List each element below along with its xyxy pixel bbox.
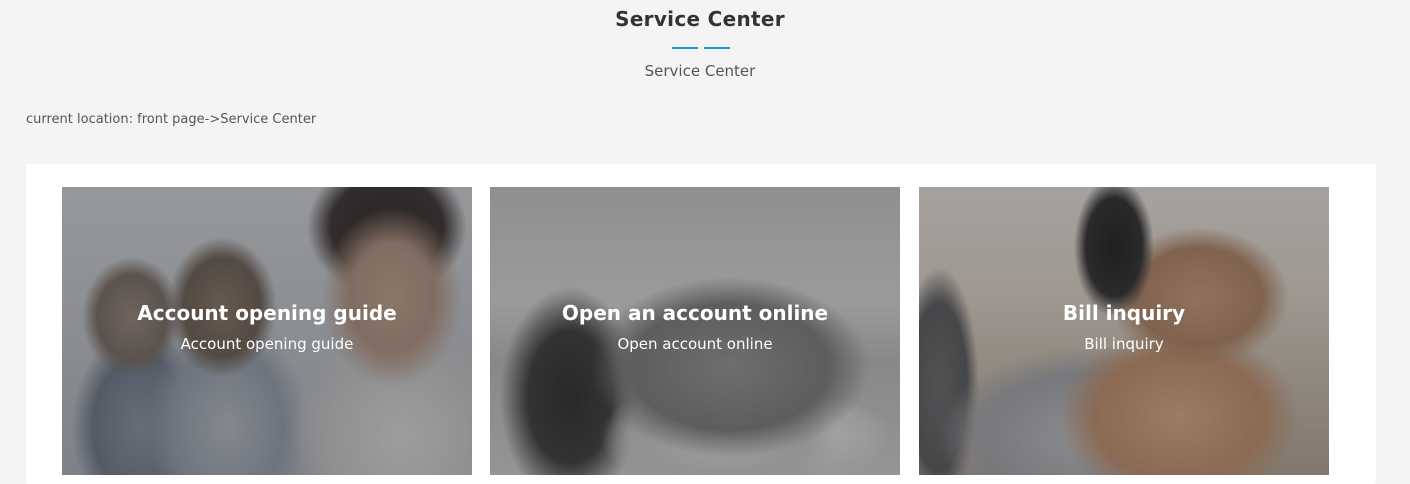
card-overlay [919, 187, 1329, 475]
card-overlay [490, 187, 900, 475]
card-subtitle: Bill inquiry [1084, 335, 1164, 353]
card-bill-inquiry[interactable]: Bill inquiry Bill inquiry [919, 187, 1329, 475]
card-open-account-online[interactable]: Open an account online Open account onli… [490, 187, 900, 475]
card-subtitle: Open account online [617, 335, 773, 353]
card-overlay [62, 187, 472, 475]
page-title: Service Center [615, 7, 785, 31]
card-title: Bill inquiry [1062, 301, 1186, 325]
page-subtitle: Service Center [644, 62, 756, 80]
card-title: Open an account online [561, 301, 829, 325]
card-subtitle: Account opening guide [180, 335, 354, 353]
title-underline-divider [672, 47, 730, 49]
underline-segment-right [704, 47, 730, 49]
card-account-opening-guide[interactable]: Account opening guide Account opening gu… [62, 187, 472, 475]
breadcrumb: current location: front page->Service Ce… [26, 112, 317, 127]
card-title: Account opening guide [137, 301, 397, 325]
underline-segment-left [672, 47, 698, 49]
